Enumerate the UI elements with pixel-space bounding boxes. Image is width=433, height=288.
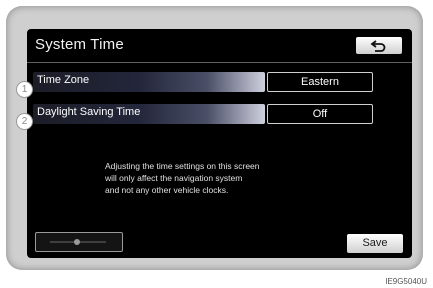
figure-code: IE9G5040U — [385, 277, 427, 286]
back-icon — [370, 39, 386, 52]
time-zone-label: Time Zone — [37, 74, 90, 86]
info-line-2: will only affect the navigation system — [105, 173, 243, 183]
time-zone-value-button[interactable]: Eastern — [267, 72, 373, 92]
daylight-saving-label: Daylight Saving Time — [37, 106, 141, 118]
title-divider — [27, 62, 412, 63]
info-text: Adjusting the time settings on this scre… — [105, 160, 335, 196]
daylight-saving-row[interactable]: Daylight Saving Time Off — [27, 104, 387, 126]
save-button[interactable]: Save — [347, 234, 403, 253]
back-button[interactable] — [356, 37, 402, 54]
info-line-1: Adjusting the time settings on this scre… — [105, 161, 260, 171]
time-zone-row[interactable]: Time Zone Eastern — [27, 72, 387, 94]
info-line-3: and not any other vehicle clocks. — [105, 185, 229, 195]
system-time-screen: System Time Time Zone Eastern Daylight S… — [27, 29, 412, 258]
screen-title: System Time — [35, 36, 124, 53]
slider-indicator — [35, 232, 123, 252]
callout-1: 1 — [16, 81, 33, 98]
daylight-saving-value-button[interactable]: Off — [267, 104, 373, 124]
callout-2: 2 — [16, 113, 33, 130]
slider-dot — [74, 239, 80, 245]
